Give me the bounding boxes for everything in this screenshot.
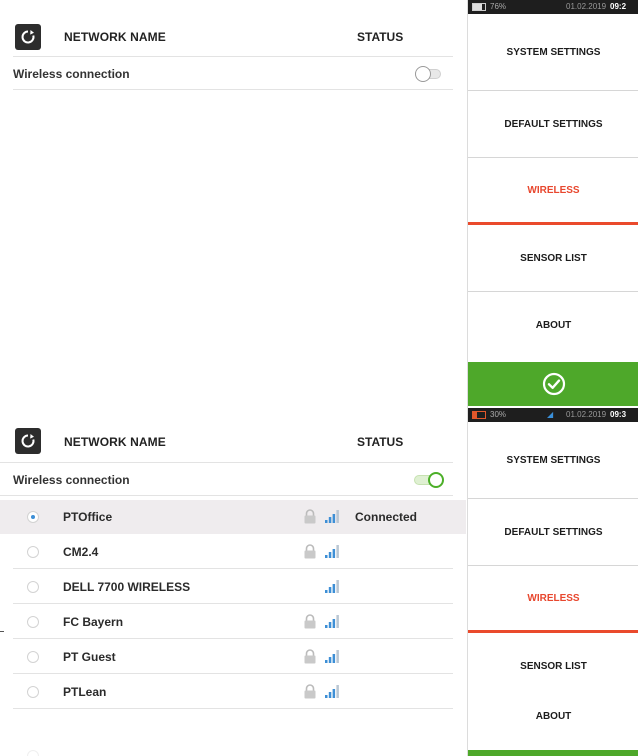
battery-percent: 76%	[490, 2, 507, 11]
wireless-screen-on: NETWORK NAME STATUS Wireless connection …	[0, 408, 638, 756]
device-status-bar: 76% 01.02.2019 09:2	[468, 0, 638, 14]
radio-button[interactable]	[27, 581, 39, 593]
wireless-toggle[interactable]	[415, 66, 447, 82]
lock-icon	[304, 684, 316, 699]
column-header-status: STATUS	[357, 435, 404, 449]
settings-sidebar: 30% ◢ 01.02.2019 09:3 SYSTEM SETTINGS DE…	[467, 408, 638, 756]
menu-item-default-settings[interactable]: DEFAULT SETTINGS	[468, 499, 638, 566]
menu-item-system-settings[interactable]: SYSTEM SETTINGS	[468, 422, 638, 499]
wireless-screen-off: NETWORK NAME STATUS Wireless connection …	[0, 0, 638, 408]
wifi-signal-icon	[325, 615, 339, 628]
wireless-connection-label: Wireless connection	[13, 67, 130, 81]
radio-button[interactable]	[27, 616, 39, 628]
refresh-button[interactable]	[15, 24, 41, 50]
settings-sidebar: 76% 01.02.2019 09:2 SYSTEM SETTINGS DEFA…	[467, 0, 638, 408]
column-header-status: STATUS	[357, 30, 404, 44]
network-row-ptoffice[interactable]: PTOffice Connected	[0, 500, 466, 534]
battery-icon	[472, 3, 486, 11]
battery-percent: 30%	[490, 410, 507, 419]
status-time: 09:3	[610, 410, 627, 419]
radio-button[interactable]	[27, 750, 39, 756]
menu-item-default-settings[interactable]: DEFAULT SETTINGS	[468, 91, 638, 158]
network-row-ptlean[interactable]: PTLean	[13, 675, 453, 709]
confirm-button[interactable]	[468, 362, 638, 406]
wifi-signal-icon	[325, 580, 339, 593]
wireless-connection-label: Wireless connection	[13, 473, 130, 487]
toggle-knob	[415, 66, 431, 82]
status-date: 01.02.2019	[566, 2, 607, 11]
network-name: PT Guest	[63, 650, 116, 664]
network-name: DELL 7700 WIRELESS	[63, 580, 191, 594]
column-header-network-name: NETWORK NAME	[64, 435, 166, 449]
device-status-bar: 30% ◢ 01.02.2019 09:3	[468, 408, 638, 422]
network-status: Connected	[355, 510, 418, 524]
wifi-signal-icon	[325, 510, 339, 523]
menu-item-about[interactable]: ABOUT	[468, 292, 638, 359]
network-row-pt-guest[interactable]: PT Guest	[13, 640, 453, 674]
menu-item-sensor-list[interactable]: SENSOR LIST	[468, 225, 638, 292]
network-row-dell-7700[interactable]: DELL 7700 WIRELESS	[13, 570, 453, 604]
network-list-panel: NETWORK NAME STATUS Wireless connection …	[0, 408, 466, 756]
menu-item-about[interactable]: ABOUT	[468, 683, 638, 750]
wifi-signal-icon	[325, 545, 339, 558]
network-name: PTLean	[63, 685, 107, 699]
network-list-header: NETWORK NAME STATUS	[0, 0, 466, 50]
menu-item-wireless[interactable]: WIRELESS	[468, 158, 638, 225]
menu-item-system-settings[interactable]: SYSTEM SETTINGS	[468, 14, 638, 91]
menu-item-wireless[interactable]: WIRELESS	[468, 566, 638, 633]
check-circle-icon	[542, 372, 565, 396]
network-row-fc-bayern[interactable]: FC Bayern	[13, 605, 453, 639]
refresh-icon	[21, 30, 35, 44]
wireless-connection-row: Wireless connection	[13, 56, 453, 90]
wireless-connection-row: Wireless connection	[0, 462, 453, 496]
radio-button[interactable]	[27, 686, 39, 698]
divider-mark	[0, 631, 4, 632]
confirm-button[interactable]	[468, 750, 638, 756]
lock-icon	[304, 509, 316, 524]
network-list-panel: NETWORK NAME STATUS Wireless connection	[0, 0, 466, 408]
battery-icon	[472, 411, 486, 419]
signal-icon: ◢	[547, 410, 554, 419]
column-header-network-name: NETWORK NAME	[64, 30, 166, 44]
network-list-header: NETWORK NAME STATUS	[0, 408, 466, 458]
status-time: 09:2	[610, 2, 627, 11]
lock-icon	[304, 544, 316, 559]
network-name: CM2.4	[63, 545, 99, 559]
network-name: FC Bayern	[63, 615, 124, 629]
toggle-knob	[428, 472, 444, 488]
lock-icon	[304, 614, 316, 629]
refresh-button[interactable]	[15, 428, 41, 454]
status-date: 01.02.2019	[566, 410, 607, 419]
network-row-cut-off[interactable]	[13, 746, 453, 756]
network-name: PTOffice	[63, 510, 113, 524]
radio-button[interactable]	[27, 511, 39, 523]
wifi-signal-icon	[325, 685, 339, 698]
radio-button[interactable]	[27, 651, 39, 663]
lock-icon	[304, 649, 316, 664]
wireless-toggle[interactable]	[414, 472, 446, 488]
network-row-cm24[interactable]: CM2.4	[13, 535, 453, 569]
wifi-signal-icon	[325, 650, 339, 663]
radio-button[interactable]	[27, 546, 39, 558]
refresh-icon	[21, 434, 35, 448]
